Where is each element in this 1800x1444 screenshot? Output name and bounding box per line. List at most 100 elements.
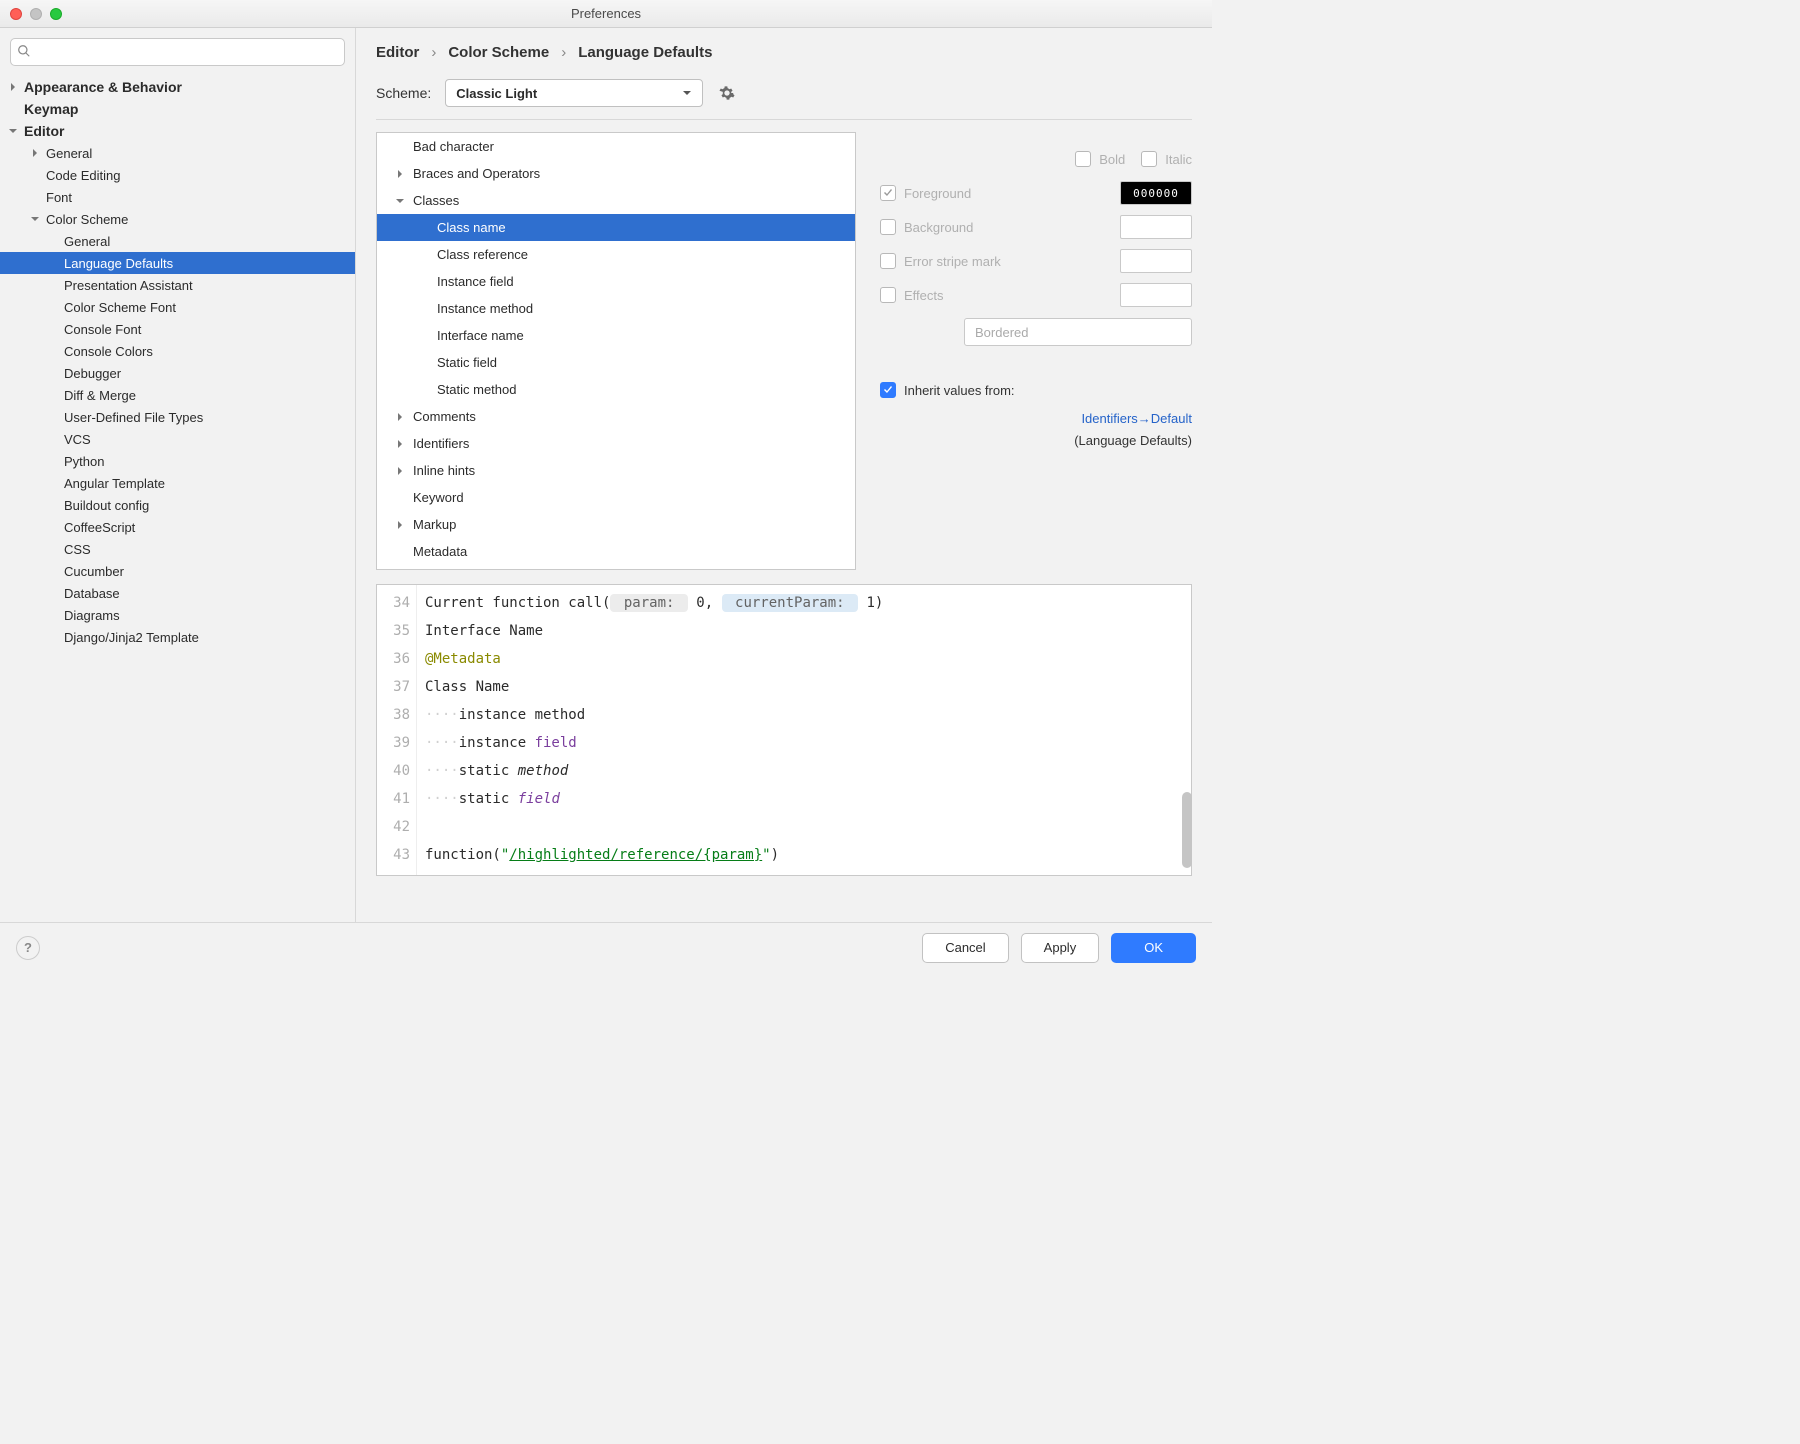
- attribute-item[interactable]: Keyword: [377, 484, 855, 511]
- apply-button[interactable]: Apply: [1021, 933, 1100, 963]
- attribute-item[interactable]: Braces and Operators: [377, 160, 855, 187]
- help-icon[interactable]: ?: [16, 936, 40, 960]
- sidebar-item[interactable]: Console Font: [0, 318, 355, 340]
- sidebar-item[interactable]: Presentation Assistant: [0, 274, 355, 296]
- sidebar-item[interactable]: General: [0, 230, 355, 252]
- attribute-tree[interactable]: Bad character Braces and OperatorsClasses…: [376, 132, 856, 570]
- sidebar-item-label: Language Defaults: [64, 256, 173, 271]
- sidebar-item-label: General: [46, 146, 92, 161]
- search-field[interactable]: [37, 45, 338, 60]
- sidebar-item[interactable]: VCS: [0, 428, 355, 450]
- attribute-item[interactable]: Classes: [377, 187, 855, 214]
- close-window-button[interactable]: [10, 8, 22, 20]
- attribute-item[interactable]: Identifiers: [377, 430, 855, 457]
- sidebar-item[interactable]: Font: [0, 186, 355, 208]
- sidebar-item-label: VCS: [64, 432, 91, 447]
- settings-tree[interactable]: Appearance & BehaviorKeymap Editor General…: [0, 72, 355, 922]
- scrollbar-thumb[interactable]: [1182, 792, 1192, 868]
- sidebar-item-label: General: [64, 234, 110, 249]
- chevron-right-icon: ›: [561, 44, 566, 61]
- minimize-window-button[interactable]: [30, 8, 42, 20]
- attribute-item[interactable]: Class name: [377, 214, 855, 241]
- sidebar-item[interactable]: Database: [0, 582, 355, 604]
- sidebar-item[interactable]: Keymap: [0, 98, 355, 120]
- attribute-item[interactable]: Class reference: [377, 241, 855, 268]
- cancel-button[interactable]: Cancel: [922, 933, 1008, 963]
- scheme-dropdown[interactable]: Classic Light: [445, 79, 703, 107]
- sidebar-item-label: CoffeeScript: [64, 520, 135, 535]
- inherit-label: Inherit values from:: [904, 383, 1015, 398]
- checkbox-icon: [1141, 151, 1157, 167]
- sidebar-item[interactable]: Python: [0, 450, 355, 472]
- sidebar-item[interactable]: Console Colors: [0, 340, 355, 362]
- sidebar-item[interactable]: Angular Template: [0, 472, 355, 494]
- search-icon: [17, 44, 31, 61]
- sidebar-item[interactable]: Color Scheme Font: [0, 296, 355, 318]
- attribute-item[interactable]: Markup: [377, 511, 855, 538]
- search-input[interactable]: [10, 38, 345, 66]
- gear-icon[interactable]: [717, 83, 737, 103]
- sidebar-item[interactable]: Django/Jinja2 Template: [0, 626, 355, 648]
- attribute-label: Bad character: [413, 139, 494, 154]
- attribute-item[interactable]: Instance field: [377, 268, 855, 295]
- effects-checkbox[interactable]: Effects: [880, 287, 944, 303]
- inherit-checkbox[interactable]: Inherit values from:: [880, 382, 1192, 398]
- attribute-item[interactable]: Inline hints: [377, 457, 855, 484]
- sidebar-item-label: Cucumber: [64, 564, 124, 579]
- attribute-item[interactable]: Interface name: [377, 322, 855, 349]
- sidebar-item[interactable]: Diff & Merge: [0, 384, 355, 406]
- preview-scrollbar[interactable]: [1178, 608, 1192, 878]
- background-checkbox[interactable]: Background: [880, 219, 973, 235]
- window-controls: [10, 8, 62, 20]
- inherit-link[interactable]: Identifiers→Default: [1081, 411, 1192, 426]
- sidebar-item-label: Django/Jinja2 Template: [64, 630, 199, 645]
- scheme-label: Scheme:: [376, 85, 431, 101]
- sidebar-item[interactable]: Appearance & Behavior: [0, 76, 355, 98]
- italic-checkbox[interactable]: Italic: [1141, 151, 1192, 167]
- sidebar-item[interactable]: Debugger: [0, 362, 355, 384]
- sidebar-item[interactable]: User-Defined File Types: [0, 406, 355, 428]
- sidebar-item[interactable]: CSS: [0, 538, 355, 560]
- sidebar-item[interactable]: CoffeeScript: [0, 516, 355, 538]
- sidebar-item[interactable]: Editor: [0, 120, 355, 142]
- chevron-right-icon: [393, 167, 407, 181]
- attribute-label: Instance method: [437, 301, 533, 316]
- code-preview[interactable]: 34353637383940414243 Current function ca…: [376, 584, 1192, 876]
- sidebar-item-label: User-Defined File Types: [64, 410, 203, 425]
- background-swatch[interactable]: [1120, 215, 1192, 239]
- ok-button[interactable]: OK: [1111, 933, 1196, 963]
- sidebar-item-label: Presentation Assistant: [64, 278, 193, 293]
- sidebar-item[interactable]: Language Defaults: [0, 252, 355, 274]
- sidebar-item[interactable]: Cucumber: [0, 560, 355, 582]
- sidebar-item[interactable]: Code Editing: [0, 164, 355, 186]
- zoom-window-button[interactable]: [50, 8, 62, 20]
- sidebar-item[interactable]: Buildout config: [0, 494, 355, 516]
- effects-swatch[interactable]: [1120, 283, 1192, 307]
- error-stripe-checkbox[interactable]: Error stripe mark: [880, 253, 1001, 269]
- sidebar-item-label: Diagrams: [64, 608, 120, 623]
- attribute-label: Comments: [413, 409, 476, 424]
- sidebar-item-label: Editor: [24, 123, 64, 139]
- chevron-right-icon: [393, 518, 407, 532]
- bold-checkbox[interactable]: Bold: [1075, 151, 1125, 167]
- attribute-item[interactable]: Static field: [377, 349, 855, 376]
- style-properties: Bold Italic Foreground 000000: [880, 132, 1192, 570]
- attribute-label: Static field: [437, 355, 497, 370]
- attribute-item[interactable]: Comments: [377, 403, 855, 430]
- foreground-swatch[interactable]: 000000: [1120, 181, 1192, 205]
- sidebar-item[interactable]: General: [0, 142, 355, 164]
- sidebar-item[interactable]: Color Scheme: [0, 208, 355, 230]
- attribute-item[interactable]: Instance method: [377, 295, 855, 322]
- attribute-item[interactable]: Static method: [377, 376, 855, 403]
- attribute-item[interactable]: Metadata: [377, 538, 855, 565]
- italic-label: Italic: [1165, 152, 1192, 167]
- error-stripe-swatch[interactable]: [1120, 249, 1192, 273]
- attribute-item[interactable]: Bad character: [377, 133, 855, 160]
- foreground-checkbox[interactable]: Foreground: [880, 185, 971, 201]
- sidebar-item-label: Angular Template: [64, 476, 165, 491]
- breadcrumb-item[interactable]: Color Scheme: [448, 44, 549, 61]
- effects-dropdown[interactable]: Bordered: [964, 318, 1192, 346]
- sidebar-item-label: Color Scheme Font: [64, 300, 176, 315]
- breadcrumb-item[interactable]: Editor: [376, 44, 419, 61]
- sidebar-item[interactable]: Diagrams: [0, 604, 355, 626]
